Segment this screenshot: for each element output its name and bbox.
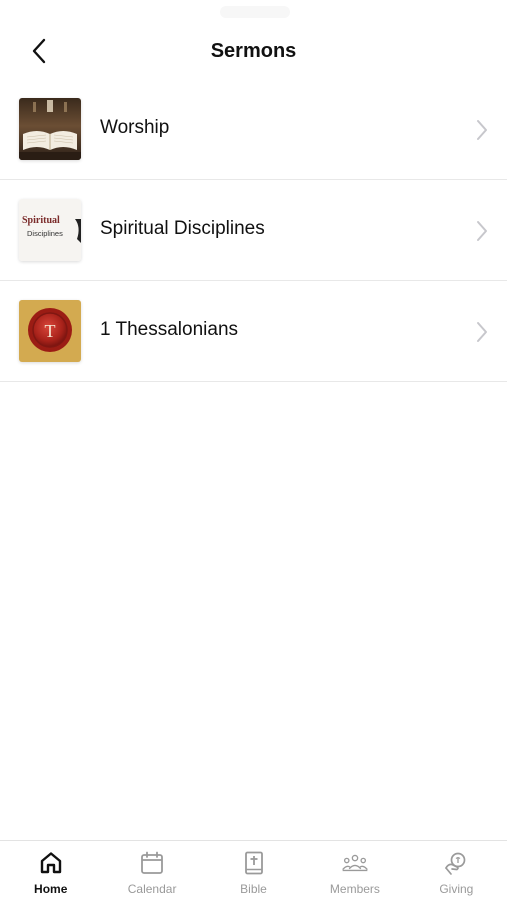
- page-title: Sermons: [210, 40, 297, 62]
- sermon-title: 1 Thessalonians: [100, 319, 239, 340]
- tab-label-bible: Bible: [240, 882, 267, 896]
- chevron-right-icon: [477, 221, 487, 241]
- sermon-row-worship[interactable]: Worship: [0, 79, 507, 180]
- tab-label-members: Members: [329, 882, 380, 896]
- sermon-row-spiritual-disciplines[interactable]: Spiritual Disciplines Spiritual Discipli…: [0, 180, 507, 281]
- tab-giving[interactable]: Giving: [406, 841, 507, 900]
- sermons-screen: Sermons Worship Spiritual Disciplines Sp…: [0, 0, 507, 900]
- chevron-right-icon: [477, 322, 487, 342]
- sermon-list: Worship Spiritual Disciplines Spiritual …: [0, 79, 507, 382]
- bottom-tab-bar: Home Calendar Bible Members Giving: [0, 840, 507, 900]
- tab-home[interactable]: Home: [0, 841, 101, 900]
- calendar-icon: [138, 849, 166, 877]
- home-icon: [37, 849, 65, 877]
- tab-bible[interactable]: Bible: [203, 841, 304, 900]
- tab-calendar[interactable]: Calendar: [101, 841, 202, 900]
- tab-label-home: Home: [34, 882, 68, 896]
- sermon-title: Spiritual Disciplines: [100, 218, 265, 239]
- status-notch: [220, 6, 290, 18]
- nav-header: Sermons: [0, 22, 507, 80]
- thumb-line2: Disciplines: [27, 229, 63, 238]
- chevron-right-icon: [477, 120, 487, 140]
- giving-icon: [442, 849, 470, 877]
- seal-letter: T: [45, 321, 56, 341]
- open-bible-image: [19, 98, 81, 160]
- tab-label-calendar: Calendar: [127, 882, 177, 896]
- sermon-title: Worship: [100, 117, 170, 138]
- spiritual-disciplines-image: Spiritual Disciplines: [19, 199, 81, 261]
- thumb-line1: Spiritual: [22, 215, 60, 226]
- wax-seal-image: T: [19, 300, 81, 362]
- tab-members[interactable]: Members: [304, 841, 405, 900]
- tab-label-giving: Giving: [439, 882, 474, 896]
- bible-icon: [240, 849, 268, 877]
- sermon-row-1-thessalonians[interactable]: T 1 Thessalonians: [0, 281, 507, 382]
- members-icon: [341, 849, 369, 877]
